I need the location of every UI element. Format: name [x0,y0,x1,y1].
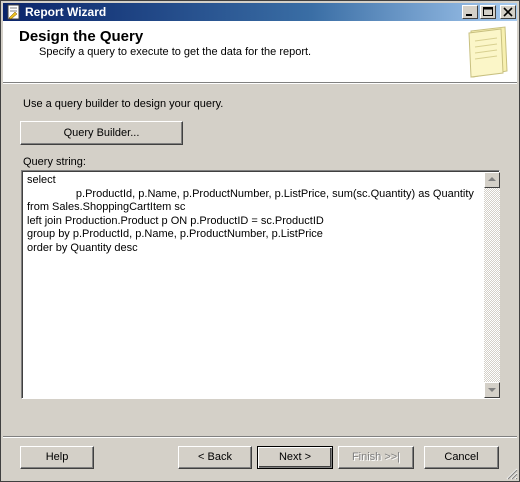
finish-button: Finish >>| [338,446,414,469]
page-subtitle: Specify a query to execute to get the da… [39,46,312,58]
notepad-icon [468,26,508,78]
page-title: Design the Query [19,28,144,45]
maximize-icon [483,7,493,16]
report-wizard-window: Report Wizard Design the Query Specify a… [0,0,520,482]
title-bar[interactable]: Report Wizard [3,3,517,21]
minimize-button[interactable] [462,5,478,19]
footer-divider [3,436,517,438]
arrow-down-icon [488,388,496,392]
instruction-text: Use a query builder to design your query… [23,98,224,110]
close-icon [503,7,513,17]
scroll-down-button[interactable] [484,382,500,398]
header-divider [3,83,517,84]
scroll-up-button[interactable] [484,172,500,188]
help-button[interactable]: Help [20,446,94,469]
close-button[interactable] [500,5,516,19]
resize-grip-icon[interactable] [506,468,518,480]
maximize-button[interactable] [480,5,496,19]
vertical-scrollbar[interactable] [484,172,500,398]
back-button[interactable]: < Back [178,446,252,469]
query-string-textbox[interactable]: select p.ProductId, p.Name, p.ProductNum… [21,170,500,399]
query-string-label: Query string: [23,156,86,168]
window-title: Report Wizard [25,5,107,19]
report-wizard-icon [7,4,20,20]
cancel-button[interactable]: Cancel [424,446,499,469]
query-builder-button[interactable]: Query Builder... [20,121,183,145]
query-text[interactable]: select p.ProductId, p.Name, p.ProductNum… [27,174,482,255]
minimize-icon [466,14,472,16]
next-button[interactable]: Next > [257,446,333,469]
arrow-up-icon [488,177,496,181]
wizard-header: Design the Query Specify a query to exec… [3,21,517,83]
